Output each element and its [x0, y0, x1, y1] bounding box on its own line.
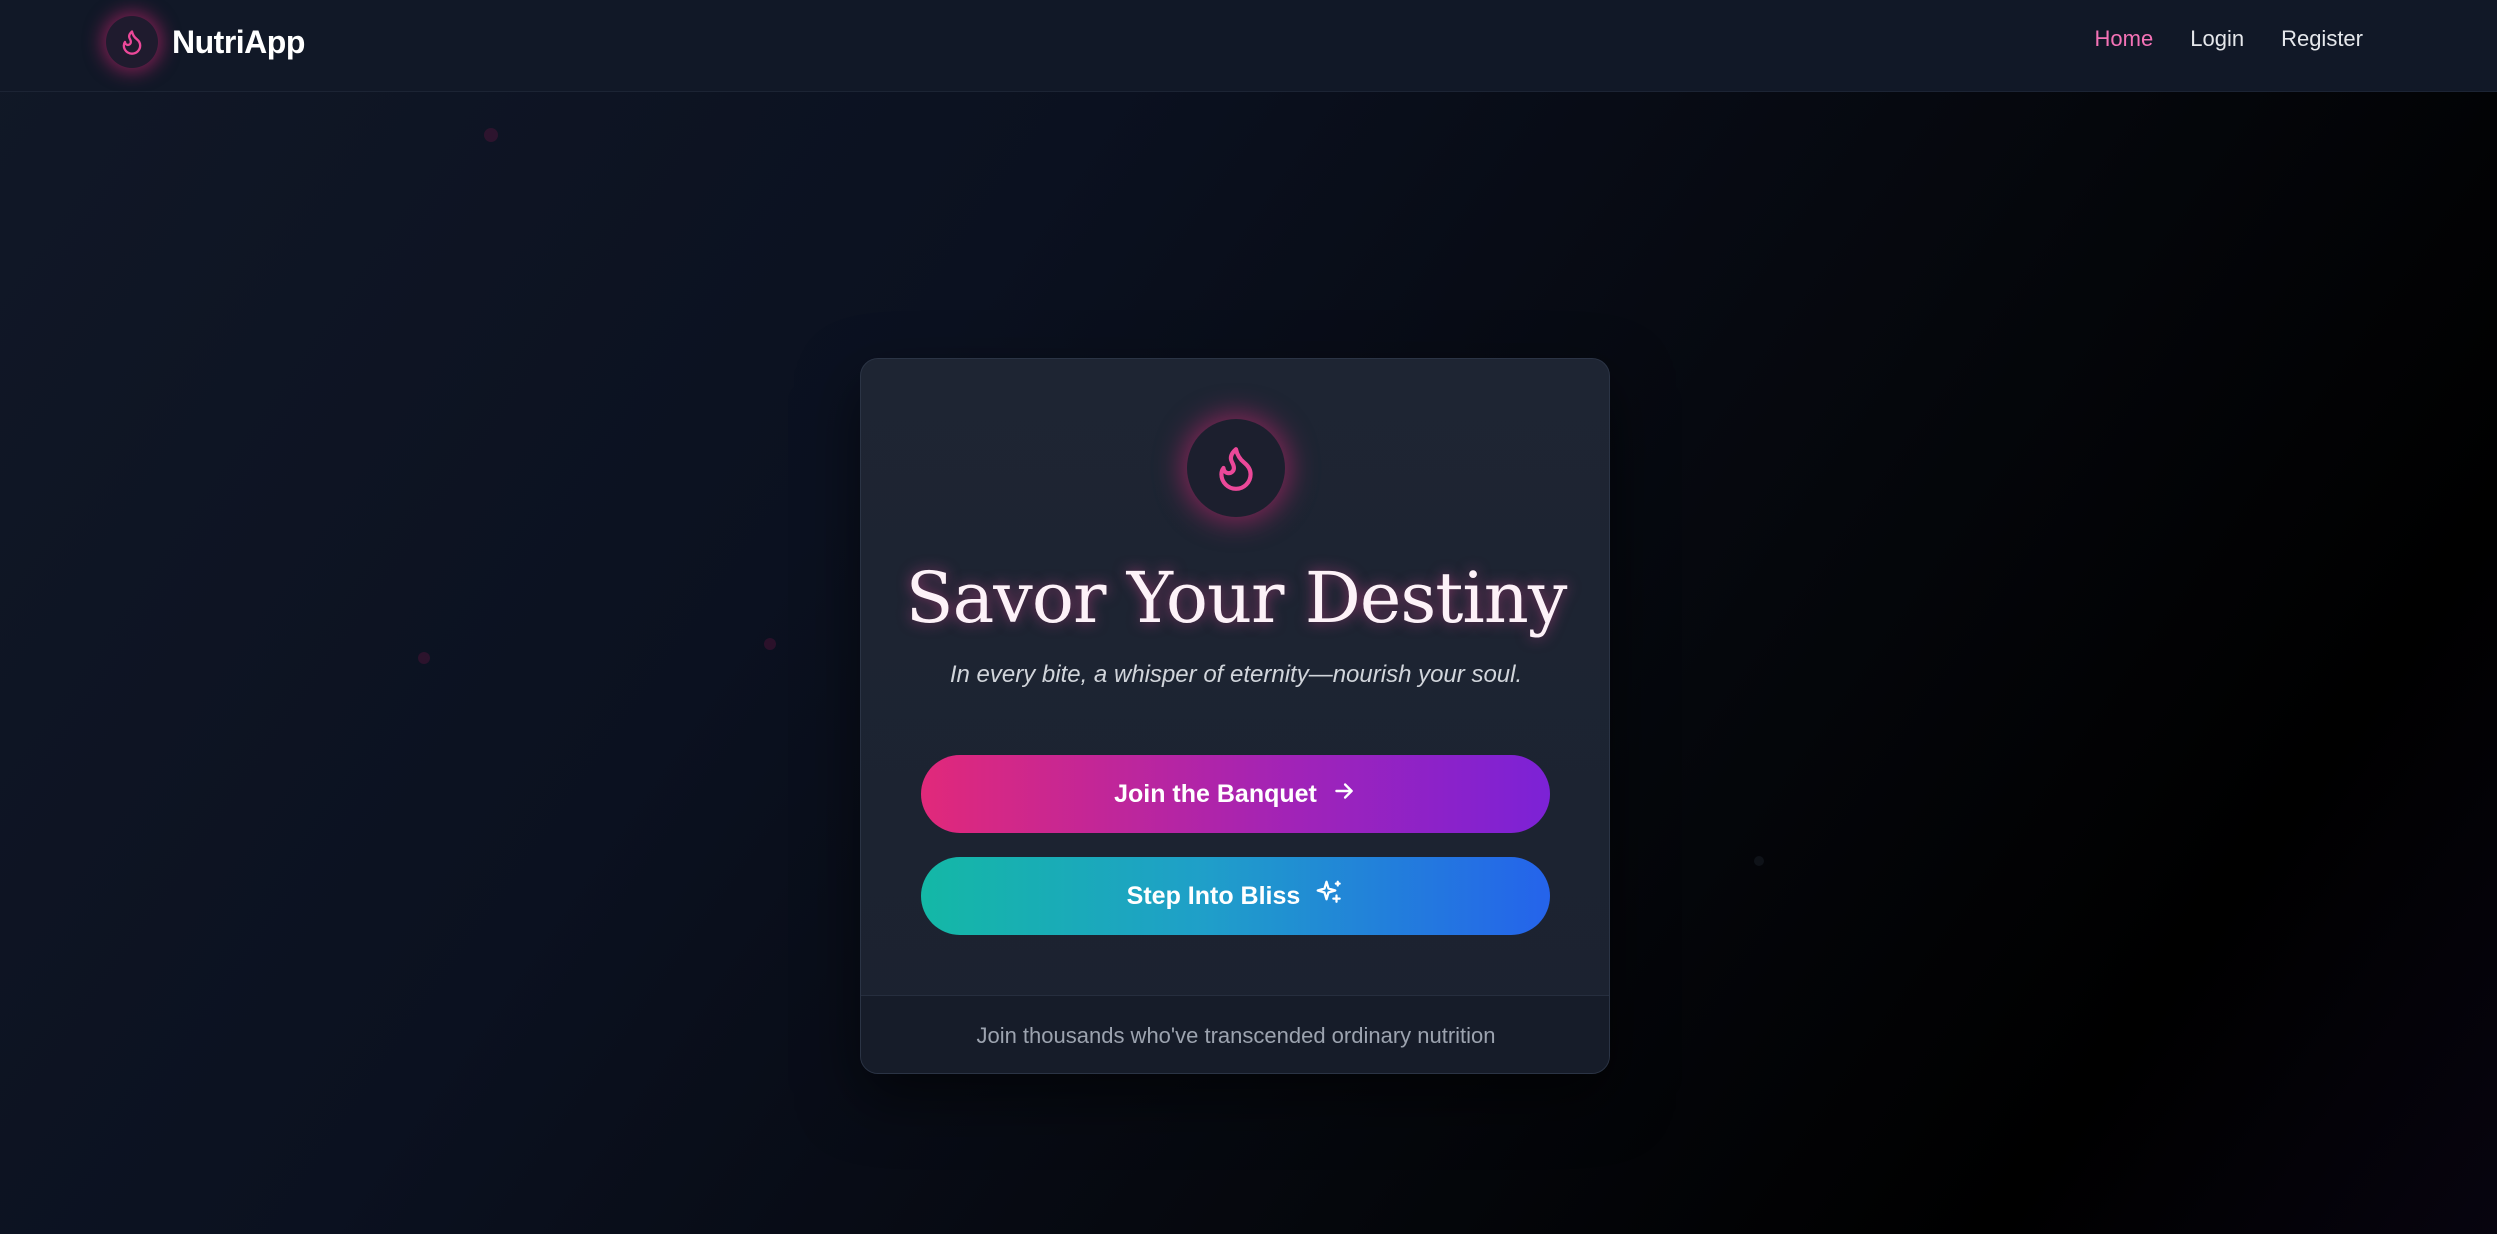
nav-link-register[interactable]: Register — [2281, 26, 2363, 52]
step-into-bliss-label: Step Into Bliss — [1126, 881, 1301, 910]
page-title: Savor Your Destiny — [905, 557, 1568, 639]
nav-link-login[interactable]: Login — [2190, 26, 2244, 52]
welcome-card: Savor Your Destiny In every bite, a whis… — [860, 358, 1610, 1074]
nav-link-home[interactable]: Home — [2095, 26, 2154, 52]
footer-text: Join thousands who've transcended ordina… — [976, 1022, 1496, 1048]
hero-subtitle: In every bite, a whisper of eternity—nou… — [949, 661, 1523, 688]
step-into-bliss-button[interactable]: Step Into Bliss — [921, 857, 1550, 935]
brand-logo[interactable]: NutriApp — [106, 14, 305, 70]
flame-icon — [1187, 419, 1285, 517]
card-footer: Join thousands who've transcended ordina… — [861, 995, 1609, 1073]
join-banquet-button[interactable]: Join the Banquet — [921, 755, 1550, 833]
brand-name: NutriApp — [172, 23, 305, 60]
nav-links: Home Login Register — [2095, 26, 2363, 52]
arrow-right-icon — [1331, 778, 1357, 811]
flame-icon — [106, 16, 158, 68]
sparkle-icon — [1314, 878, 1344, 915]
join-banquet-label: Join the Banquet — [1114, 779, 1317, 808]
top-navbar: NutriApp Home Login Register — [0, 0, 2497, 92]
